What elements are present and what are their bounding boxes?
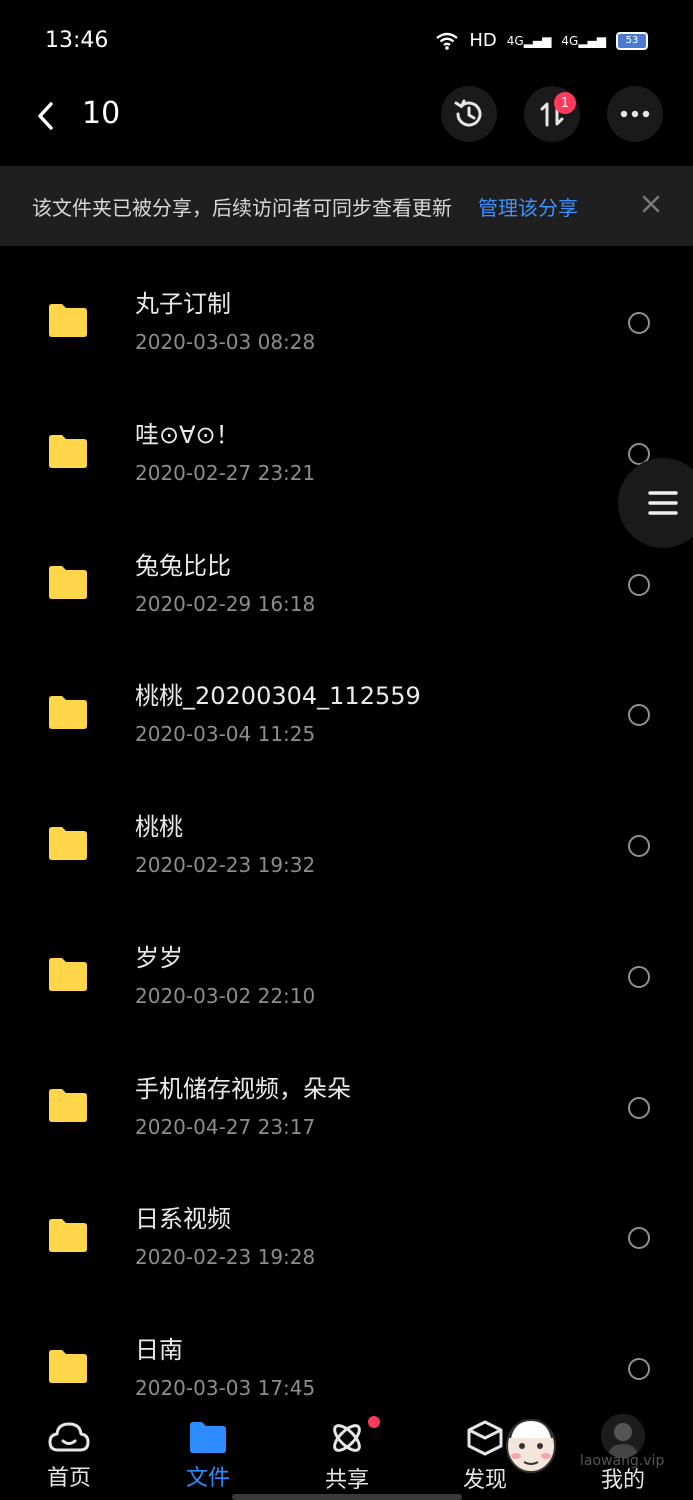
select-radio[interactable] xyxy=(628,1096,650,1119)
nav-home-label: 首页 xyxy=(46,1466,91,1491)
select-radio[interactable] xyxy=(628,704,650,727)
file-date: 2020-02-29 16:18 xyxy=(135,591,316,616)
file-date: 2020-02-23 19:32 xyxy=(135,853,316,877)
file-row[interactable]: 丸子订制 2020-03-03 08:28 xyxy=(0,246,693,377)
file-date: 2020-02-23 19:28 xyxy=(135,1245,316,1270)
status-icons: HD 4G▂▄▆ 4G▂▄▆ 53 xyxy=(435,30,648,51)
history-button[interactable] xyxy=(441,86,497,142)
signal-4g-icon: 4G▂▄▆ xyxy=(506,33,552,48)
select-radio[interactable] xyxy=(628,573,650,596)
file-row[interactable]: 桃桃_20200304_112559 2020-03-04 11:25 xyxy=(0,638,693,769)
battery-icon: 53 xyxy=(616,31,648,50)
file-name: 兔兔比比 xyxy=(135,551,231,580)
nav-share[interactable]: 共享 xyxy=(302,1416,392,1500)
more-icon xyxy=(620,110,650,118)
folder-icon xyxy=(49,1088,87,1122)
signal-4g-icon-2: 4G▂▄▆ xyxy=(561,33,606,48)
share-banner: 该文件夹已被分享，后续访问者可同步查看更新 管理该分享 xyxy=(0,166,693,246)
folder-icon xyxy=(49,957,87,991)
select-radio[interactable] xyxy=(628,1358,650,1380)
folder-icon xyxy=(49,696,87,730)
file-name: 桃桃 xyxy=(135,813,183,841)
folder-icon xyxy=(49,434,87,468)
page-title: 10 xyxy=(82,96,121,131)
status-bar: 13:46 HD 4G▂▄▆ 4G▂▄▆ 53 xyxy=(0,0,693,84)
watermark-mascot-icon xyxy=(506,1418,556,1473)
nav-files[interactable]: 文件 xyxy=(163,1416,253,1500)
nav-home[interactable]: 首页 xyxy=(24,1416,114,1500)
status-time: 13:46 xyxy=(45,28,109,53)
file-date: 2020-03-02 22:10 xyxy=(135,983,316,1008)
file-list: 丸子订制 2020-03-03 08:28 哇⊙∀⊙！ 2020-02-27 2… xyxy=(0,246,693,1423)
file-row[interactable]: 岁岁 2020-03-02 22:10 xyxy=(0,900,693,1031)
avatar[interactable] xyxy=(601,1414,645,1458)
file-row[interactable]: 日南 2020-03-03 17:45 xyxy=(0,1292,693,1423)
file-date: 2020-04-27 23:17 xyxy=(135,1114,316,1139)
file-name: 手机储存视频，朵朵 xyxy=(135,1074,351,1103)
select-radio[interactable] xyxy=(628,835,650,857)
watermark-text: laowang.vip xyxy=(580,1453,665,1469)
home-indicator xyxy=(232,1494,462,1500)
chevron-left-icon xyxy=(38,102,53,130)
close-icon xyxy=(642,195,660,213)
file-row[interactable]: 桃桃 2020-02-23 19:32 xyxy=(0,769,693,900)
file-date: 2020-03-03 08:28 xyxy=(135,330,316,354)
nav-files-label: 文件 xyxy=(185,1466,230,1491)
file-row[interactable]: 哇⊙∀⊙！ 2020-02-27 23:21 xyxy=(0,377,693,508)
file-row[interactable]: 手机储存视频，朵朵 2020-04-27 23:17 xyxy=(0,1031,693,1162)
file-row[interactable]: 日系视频 2020-02-23 19:28 xyxy=(0,1161,693,1292)
select-radio[interactable] xyxy=(628,312,650,334)
menu-icon xyxy=(648,491,678,515)
transfer-badge: 1 xyxy=(554,92,576,114)
file-date: 2020-02-27 23:21 xyxy=(135,460,316,485)
select-radio[interactable] xyxy=(628,1227,650,1250)
file-name: 哇⊙∀⊙！ xyxy=(135,420,240,449)
notification-dot xyxy=(368,1416,380,1428)
cube-icon xyxy=(467,1420,503,1456)
back-button[interactable] xyxy=(28,98,64,134)
file-name: 桃桃_20200304_112559 xyxy=(135,682,421,711)
history-icon xyxy=(454,99,482,127)
folder-icon xyxy=(49,1350,87,1383)
folder-icon xyxy=(49,827,87,860)
nav-share-label: 共享 xyxy=(324,1468,369,1493)
hd-indicator: HD xyxy=(469,30,497,51)
signal-4g-label: 4G xyxy=(506,33,524,48)
file-row[interactable]: 兔兔比比 2020-02-29 16:18 xyxy=(0,508,693,639)
share-banner-message: 该文件夹已被分享，后续访问者可同步查看更新 xyxy=(32,195,452,220)
signal-4g-label-2: 4G xyxy=(561,33,579,48)
more-button[interactable] xyxy=(607,86,663,142)
manage-share-link[interactable]: 管理该分享 xyxy=(478,192,578,221)
file-name: 岁岁 xyxy=(135,943,183,972)
file-date: 2020-03-04 11:25 xyxy=(135,722,316,747)
cloud-icon xyxy=(48,1422,90,1452)
select-radio[interactable] xyxy=(628,965,650,988)
folder-icon xyxy=(49,304,87,337)
file-name: 丸子订制 xyxy=(135,290,231,318)
atom-icon xyxy=(333,1424,361,1452)
avatar-image-icon xyxy=(601,1414,645,1458)
folder-filled-icon xyxy=(190,1422,226,1453)
wifi-icon xyxy=(436,32,459,50)
file-name: 日系视频 xyxy=(135,1205,231,1234)
folder-icon xyxy=(49,1219,87,1253)
transfer-button[interactable]: 1 xyxy=(524,86,580,142)
close-banner-button[interactable] xyxy=(637,190,665,218)
folder-icon xyxy=(49,565,87,599)
file-date: 2020-03-03 17:45 xyxy=(135,1376,316,1400)
top-bar: 10 1 xyxy=(0,84,693,166)
file-name: 日南 xyxy=(135,1336,183,1364)
